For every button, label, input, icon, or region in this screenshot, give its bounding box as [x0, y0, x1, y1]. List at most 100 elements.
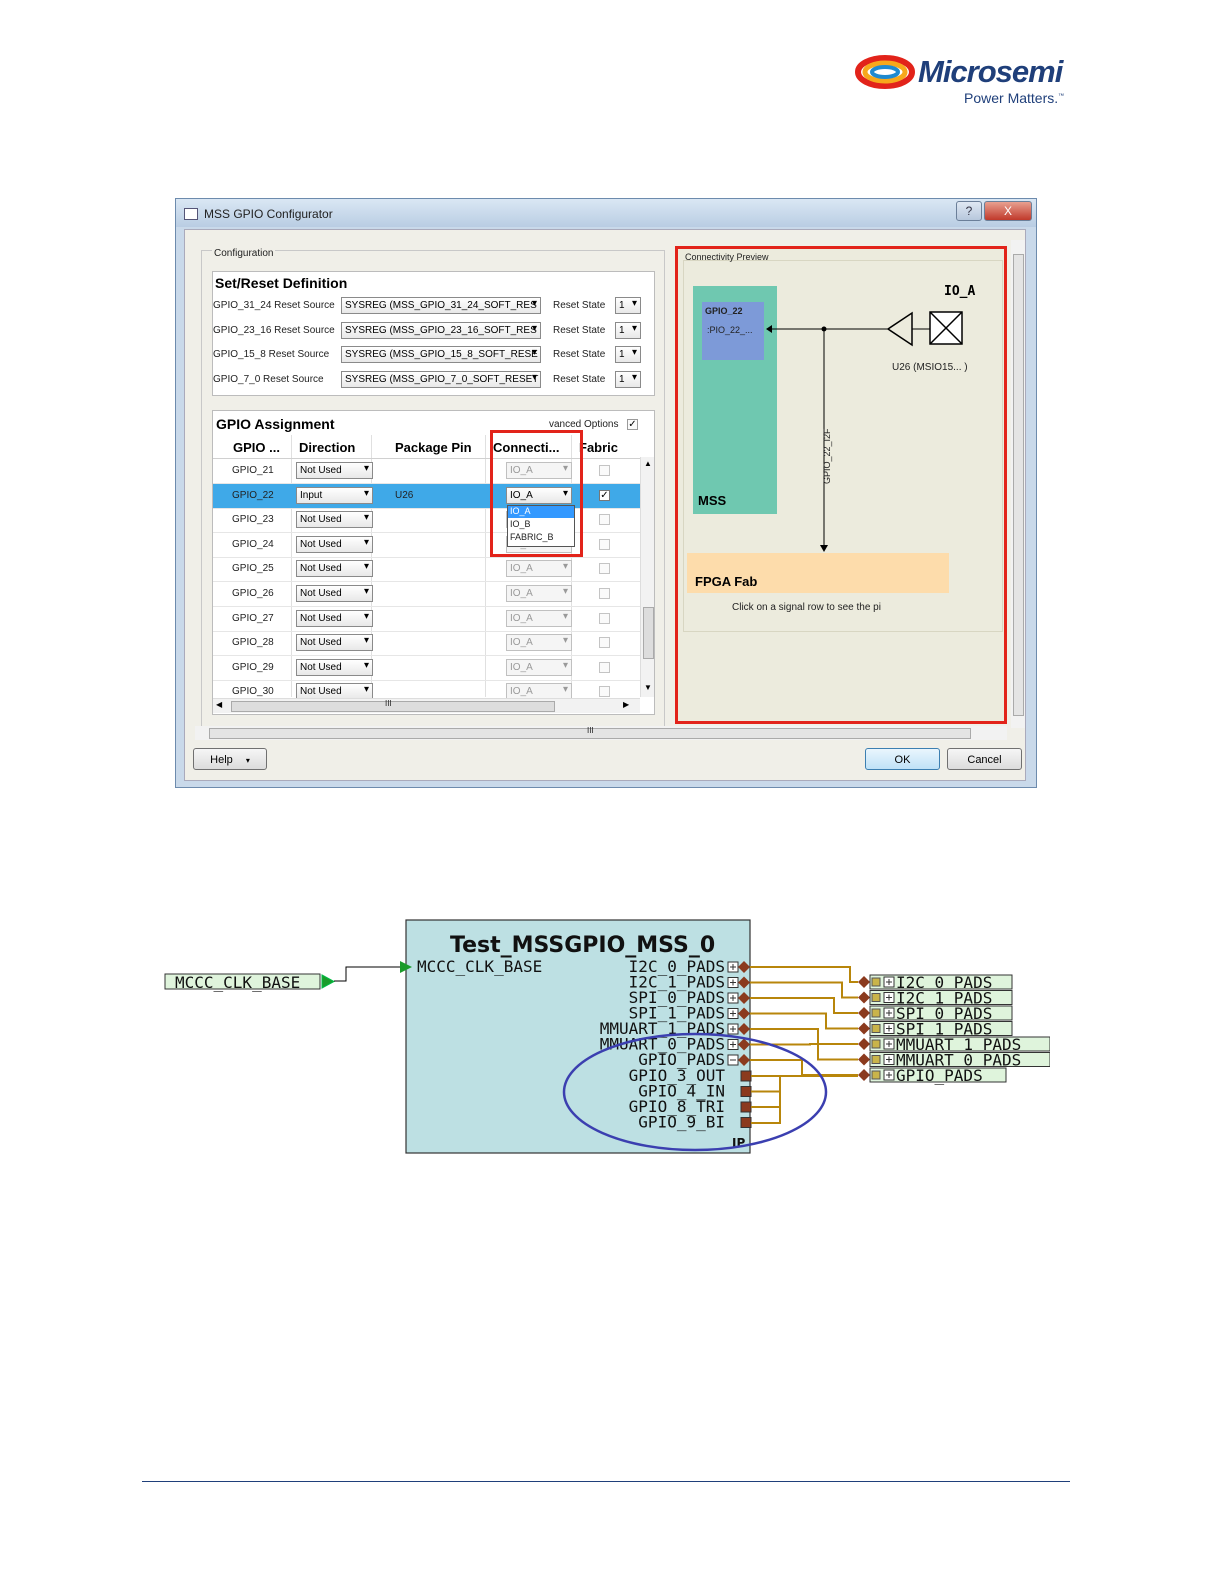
reset-source-select[interactable]: SYSREG (MSS_GPIO_31_24_SOFT_RES — [341, 297, 541, 314]
dialog-scroll-grip: III — [587, 726, 594, 735]
fabric-checkbox[interactable] — [599, 661, 610, 673]
reset-state-select[interactable]: 1 — [615, 370, 641, 388]
fabric-checkbox[interactable] — [599, 637, 610, 649]
column-header[interactable]: Direction — [299, 440, 355, 455]
gpio-table-row[interactable]: GPIO_28 Not Used IO_A — [213, 631, 640, 657]
mss-gpio-configurator-dialog: MSS GPIO Configurator ? X Configuration … — [175, 198, 1037, 788]
signal-port-icon[interactable] — [740, 1086, 752, 1097]
direction-select[interactable]: Not Used — [296, 462, 373, 479]
input-buffer-icon — [886, 311, 913, 347]
fabric-checkbox[interactable] — [599, 563, 610, 575]
output-port-diamond-icon[interactable] — [858, 1007, 870, 1019]
package-pin-cell: U26 — [395, 489, 414, 501]
port-wires — [750, 966, 858, 1124]
reset-state-label: Reset State — [553, 373, 606, 385]
fabric-checkbox[interactable] — [599, 686, 610, 698]
logo-swirl-icon — [855, 55, 915, 89]
gpio-table-row[interactable]: GPIO_25 Not Used IO_A — [213, 557, 640, 583]
direction-select[interactable]: Not Used — [296, 535, 373, 553]
smartdesign-diagram: MCCC_CLK_BASE Test_MSSGPIO_MSS_0 MCCC_CL… — [164, 919, 1050, 1154]
connectivity-select[interactable]: IO_A — [506, 560, 572, 578]
dialog-body: Configuration Set/Reset Definition GPIO_… — [184, 229, 1026, 781]
scroll-right-arrow-icon[interactable]: ▶ — [623, 700, 629, 709]
preview-scroll-thumb[interactable] — [1013, 254, 1024, 716]
fpga-fabric-label: FPGA Fab — [695, 574, 758, 589]
signal-port-icon[interactable] — [740, 1101, 752, 1113]
reset-state-label: Reset State — [553, 349, 606, 360]
footer-rule — [142, 1481, 1070, 1482]
scroll-up-arrow-icon[interactable]: ▲ — [644, 459, 652, 468]
help-dropdown-button[interactable]: Help ▾ — [193, 748, 267, 770]
direction-select[interactable]: Not Used — [296, 609, 373, 627]
scroll-down-arrow-icon[interactable]: ▼ — [644, 683, 652, 692]
block-input-port-label: MCCC_CLK_BASE — [417, 957, 542, 976]
reset-state-select[interactable]: 1 — [615, 297, 641, 314]
connectivity-select[interactable]: IO_A — [506, 658, 572, 676]
reset-source-select[interactable]: SYSREG (MSS_GPIO_7_0_SOFT_RESET — [341, 370, 541, 388]
output-port-diamond-icon[interactable] — [858, 1053, 870, 1066]
connectivity-select[interactable]: IO_A — [506, 585, 572, 602]
gpio-name-cell: GPIO_25 — [232, 563, 274, 575]
connectivity-preview-panel: Connectivity Preview GPIO_22 :PIO_22_...… — [675, 246, 1007, 724]
gpio-name-cell: GPIO_24 — [232, 538, 274, 550]
scroll-left-arrow-icon[interactable]: ◀ — [216, 700, 222, 709]
output-port-diamond-icon[interactable] — [858, 991, 870, 1004]
output-port-diamond-icon[interactable] — [858, 1022, 870, 1035]
signal-port-icon[interactable] — [740, 1117, 752, 1128]
fabric-checkbox[interactable] — [599, 538, 610, 550]
reset-source-select[interactable]: SYSREG (MSS_GPIO_23_16_SOFT_RES — [341, 321, 541, 339]
fabric-checkbox[interactable] — [599, 612, 610, 624]
lock-icon — [871, 1008, 881, 1018]
input-arrow-icon — [321, 974, 336, 989]
signal-port-icon[interactable] — [740, 1070, 752, 1082]
gpio-table-row[interactable]: GPIO_27 Not Used IO_A — [213, 607, 640, 632]
table-horizontal-scrollbar[interactable]: ◀ III ▶ — [213, 698, 640, 713]
reset-state-select[interactable]: 1 — [615, 346, 641, 363]
lock-icon — [871, 1024, 881, 1033]
column-header[interactable]: GPIO ... — [233, 440, 280, 455]
table-vertical-scrollbar[interactable]: ▲ ▼ — [640, 457, 654, 697]
set-reset-heading: Set/Reset Definition — [215, 275, 348, 291]
direction-select[interactable]: Not Used — [296, 511, 373, 529]
connectivity-select[interactable]: IO_A — [506, 634, 572, 652]
output-port-diamond-icon[interactable] — [858, 1069, 870, 1081]
direction-select[interactable]: Not Used — [296, 560, 373, 578]
reset-state-select[interactable]: 1 — [615, 321, 641, 339]
close-button[interactable]: X — [984, 201, 1032, 221]
signal-label: GPIO_22_I2F — [822, 428, 832, 484]
reset-source-select[interactable]: SYSREG (MSS_GPIO_15_8_SOFT_RESE — [341, 346, 541, 363]
gpio-name-cell: GPIO_30 — [232, 686, 274, 698]
cancel-button[interactable]: Cancel — [947, 748, 1022, 770]
lock-icon — [871, 1055, 881, 1064]
fabric-checkbox[interactable] — [599, 514, 610, 526]
column-header[interactable]: Fabric — [579, 440, 618, 455]
advanced-options-checkbox[interactable]: ✓ — [627, 419, 638, 430]
connectivity-select[interactable]: IO_A — [506, 609, 572, 627]
direction-select[interactable]: Not Used — [296, 658, 373, 676]
window-app-icon — [184, 208, 198, 220]
fabric-checkbox[interactable]: ✓ — [599, 489, 610, 501]
signal-wire — [751, 1075, 781, 1124]
output-port-diamond-icon[interactable] — [858, 976, 870, 988]
fabric-checkbox[interactable] — [599, 465, 610, 476]
fabric-checkbox[interactable] — [599, 588, 610, 599]
output-port-diamond-icon[interactable] — [858, 1038, 870, 1050]
ok-button[interactable]: OK — [865, 748, 940, 770]
gpio-table-row[interactable]: GPIO_26 Not Used IO_A — [213, 582, 640, 607]
gpio-table-row[interactable]: GPIO_29 Not Used IO_A — [213, 656, 640, 681]
direction-select[interactable]: Not Used — [296, 634, 373, 652]
dialog-horizontal-scrollbar[interactable]: III — [195, 726, 1007, 740]
block-title: Test_MSSGPIO_MSS_0 — [450, 933, 715, 958]
horizontal-scroll-thumb[interactable] — [231, 701, 555, 712]
preview-hint-text: Click on a signal row to see the pi — [732, 602, 881, 613]
reset-source-label: GPIO_23_16 Reset Source — [213, 324, 335, 336]
gpio-name-cell: GPIO_29 — [232, 661, 274, 673]
io-pad-icon — [929, 311, 963, 345]
gpio-name-cell: GPIO_22 — [232, 489, 274, 501]
column-header[interactable]: Package Pin — [395, 440, 472, 455]
context-help-button[interactable]: ? — [956, 201, 982, 221]
direction-select[interactable]: Not Used — [296, 585, 373, 602]
preview-vertical-scrollbar[interactable] — [1011, 240, 1025, 728]
direction-select[interactable]: Input — [296, 486, 373, 504]
vertical-scroll-thumb[interactable] — [643, 607, 654, 659]
